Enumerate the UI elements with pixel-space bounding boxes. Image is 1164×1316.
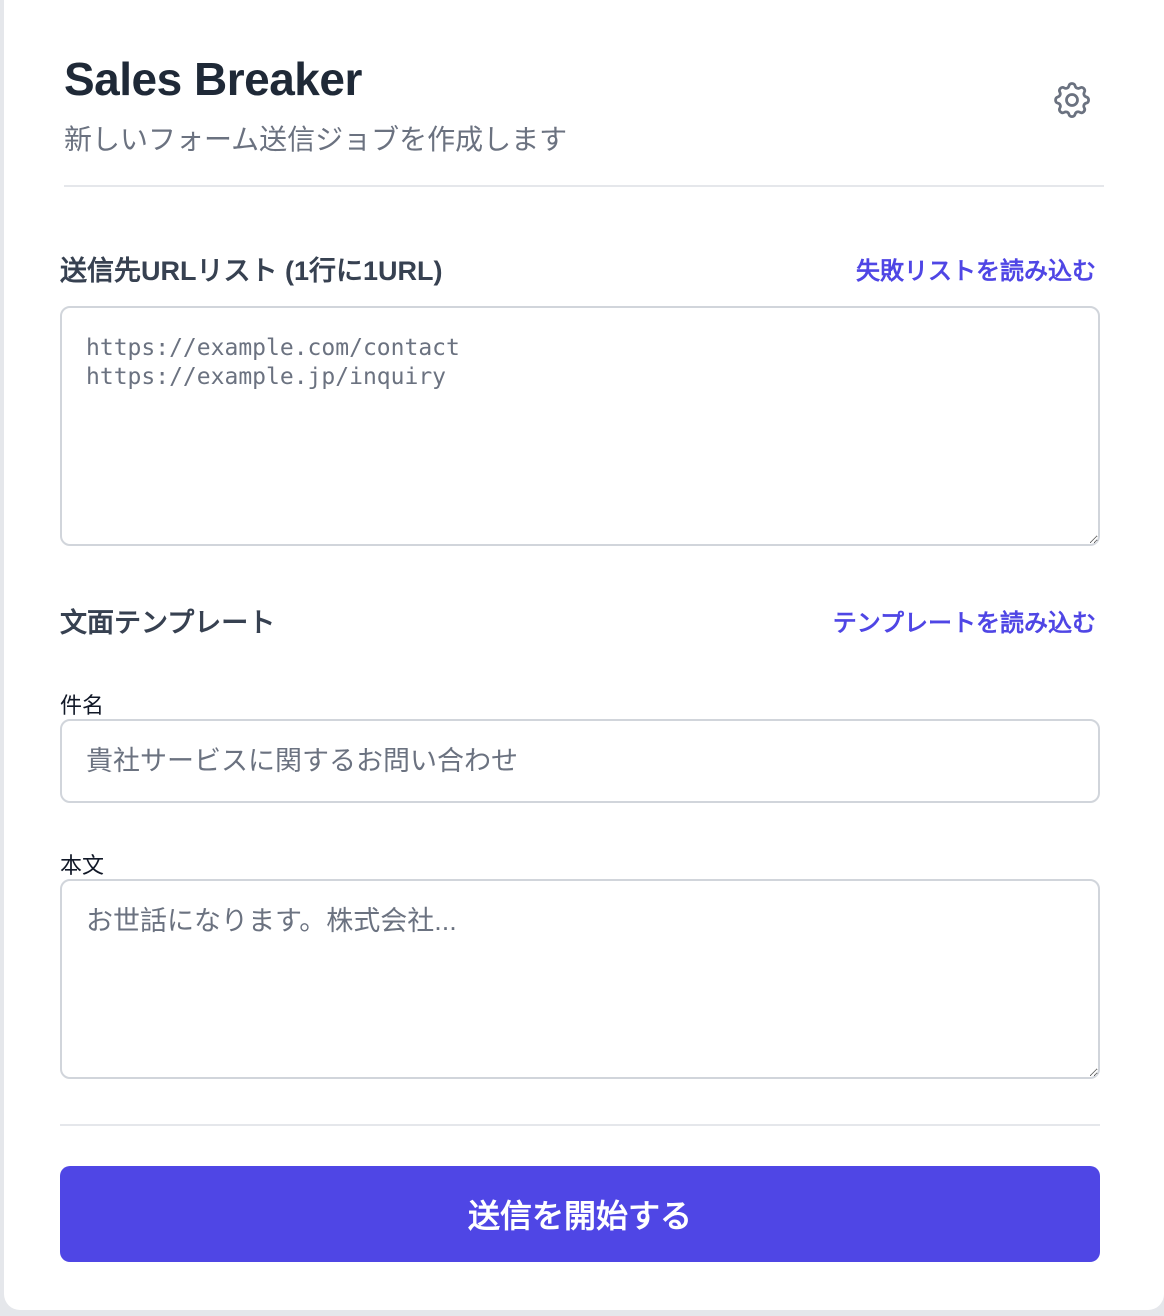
url-list-textarea[interactable]: [60, 306, 1100, 546]
start-send-button[interactable]: 送信を開始する: [60, 1166, 1100, 1262]
body-textarea[interactable]: [60, 879, 1100, 1079]
gear-icon: [1054, 82, 1090, 118]
body-label: 本文: [60, 853, 105, 878]
url-section-header: 送信先URLリスト (1行に1URL) 失敗リストを読み込む: [60, 249, 1104, 289]
job-form-card: Sales Breaker 新しいフォーム送信ジョブを作成します: [4, 0, 1164, 1310]
page-subtitle: 新しいフォーム送信ジョブを作成します: [64, 124, 568, 155]
subject-label: 件名: [60, 693, 105, 718]
page-title: Sales Breaker: [64, 53, 362, 105]
template-section-header: 文面テンプレート テンプレートを読み込む: [60, 601, 1104, 641]
settings-button[interactable]: [1050, 78, 1094, 122]
url-list-label: 送信先URLリスト (1行に1URL): [60, 256, 443, 286]
page-header: Sales Breaker 新しいフォーム送信ジョブを作成します: [64, 0, 1104, 187]
subject-input[interactable]: [60, 719, 1100, 803]
load-failed-list-link[interactable]: 失敗リストを読み込む: [856, 251, 1096, 286]
footer-divider: [60, 1124, 1100, 1126]
template-label: 文面テンプレート: [60, 608, 276, 638]
load-template-link[interactable]: テンプレートを読み込む: [833, 603, 1096, 638]
